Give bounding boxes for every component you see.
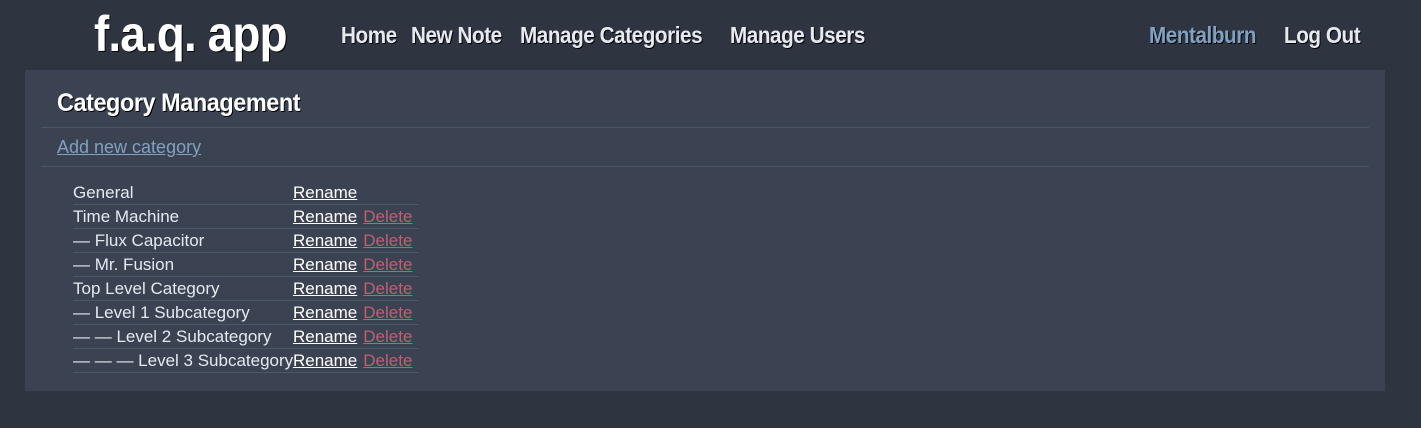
rename-category-link[interactable]: Rename (293, 231, 357, 250)
rename-category-link[interactable]: Rename (293, 279, 357, 298)
delete-category-link[interactable]: Delete (363, 351, 412, 370)
delete-category-link[interactable]: Delete (363, 327, 412, 346)
category-actions: Rename Delete (293, 205, 419, 229)
category-management-panel: Category Management Add new category Gen… (25, 70, 1385, 391)
page-title: Category Management (57, 89, 301, 117)
category-actions: Rename Delete (293, 277, 419, 301)
delete-category-link[interactable]: Delete (363, 231, 412, 250)
app-logo[interactable]: f.a.q. app (94, 6, 288, 62)
category-row: — Level 1 Subcategory Rename Delete (73, 301, 419, 325)
rename-category-link[interactable]: Rename (293, 207, 357, 226)
nav-manage-users-link[interactable]: Manage Users (730, 20, 865, 50)
delete-category-link[interactable]: Delete (363, 255, 412, 274)
category-row: Top Level Category Rename Delete (73, 277, 419, 301)
nav-manage-categories-link[interactable]: Manage Categories (520, 20, 703, 50)
rename-category-link[interactable]: Rename (293, 303, 357, 322)
user-area: Mentalburn Log Out (1149, 20, 1369, 50)
category-row: General Rename (73, 181, 419, 205)
rename-category-link[interactable]: Rename (293, 351, 357, 370)
category-name: — — Level 2 Subcategory (73, 325, 293, 349)
nav-new-note-link[interactable]: New Note (411, 20, 502, 50)
category-list: General Rename Time Machine Rename Delete — F… (73, 181, 419, 373)
username-link[interactable]: Mentalburn (1149, 20, 1257, 50)
category-name: — — — Level 3 Subcategory (73, 349, 293, 373)
delete-category-link[interactable]: Delete (363, 279, 412, 298)
category-name: Time Machine (73, 205, 293, 229)
category-name: — Level 1 Subcategory (73, 301, 293, 325)
add-link-divider (41, 166, 1369, 167)
nav-home-link[interactable]: Home (341, 20, 397, 50)
main-nav: Home New Note Manage Categories Manage U… (341, 20, 872, 50)
title-divider (41, 127, 1369, 128)
category-name: General (73, 181, 293, 205)
category-actions: Rename Delete (293, 229, 419, 253)
category-actions: Rename Delete (293, 253, 419, 277)
category-row: Time Machine Rename Delete (73, 205, 419, 229)
logout-link[interactable]: Log Out (1284, 20, 1361, 50)
category-actions: Rename Delete (293, 349, 419, 373)
category-name: — Mr. Fusion (73, 253, 293, 277)
rename-category-link[interactable]: Rename (293, 255, 357, 274)
category-name: Top Level Category (73, 277, 293, 301)
delete-category-link[interactable]: Delete (363, 303, 412, 322)
add-new-category-link[interactable]: Add new category (57, 136, 201, 158)
rename-category-link[interactable]: Rename (293, 183, 357, 202)
category-name: — Flux Capacitor (73, 229, 293, 253)
category-row: — — — Level 3 Subcategory Rename Delete (73, 349, 419, 373)
category-actions: Rename Delete (293, 301, 419, 325)
category-actions: Rename (293, 181, 419, 205)
rename-category-link[interactable]: Rename (293, 327, 357, 346)
category-actions: Rename Delete (293, 325, 419, 349)
category-row: — — Level 2 Subcategory Rename Delete (73, 325, 419, 349)
category-row: — Flux Capacitor Rename Delete (73, 229, 419, 253)
top-header: f.a.q. app Home New Note Manage Categori… (0, 0, 1421, 70)
delete-category-link[interactable]: Delete (363, 207, 412, 226)
category-row: — Mr. Fusion Rename Delete (73, 253, 419, 277)
